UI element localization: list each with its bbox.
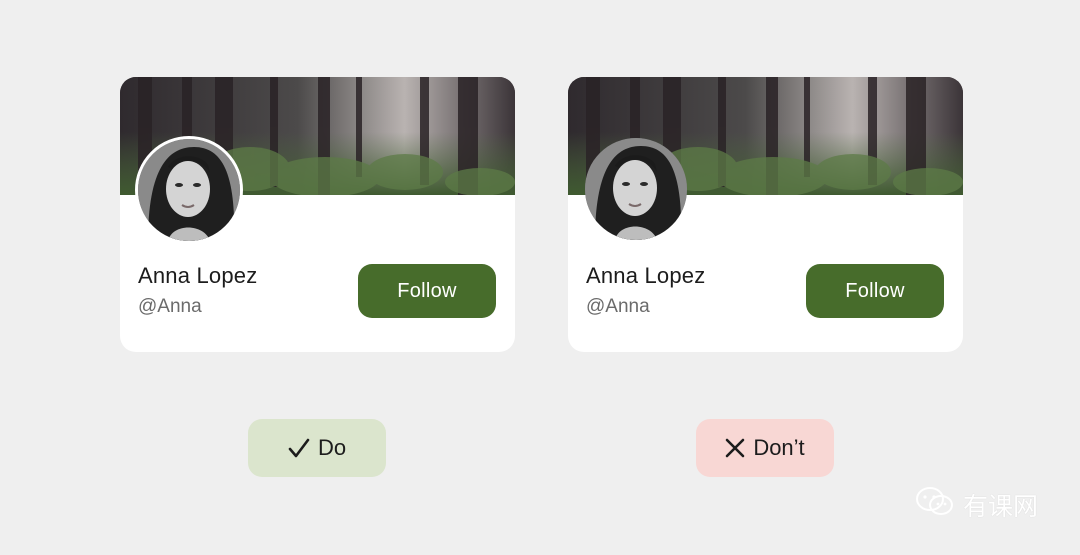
profile-card-dont: Anna Lopez @Anna Follow [568, 77, 963, 352]
do-badge: Do [248, 419, 386, 477]
profile-name: Anna Lopez [586, 263, 706, 288]
check-icon [288, 437, 310, 459]
profile-handle: @Anna [138, 296, 202, 317]
watermark-text: 有课网 [963, 492, 1039, 521]
dont-label: Don’t [753, 435, 805, 460]
avatar[interactable] [135, 136, 243, 244]
profile-name: Anna Lopez [138, 263, 258, 288]
dont-badge: Don’t [696, 419, 834, 477]
follow-button[interactable]: Follow [806, 264, 944, 318]
profile-handle: @Anna [586, 296, 650, 317]
do-label: Do [317, 435, 347, 460]
wechat-icon [915, 486, 955, 524]
close-icon [725, 438, 745, 458]
follow-button[interactable]: Follow [358, 264, 496, 318]
watermark: 有课网 [915, 486, 1038, 524]
profile-card-do: Anna Lopez @Anna Follow [120, 77, 515, 352]
avatar[interactable] [585, 138, 687, 240]
